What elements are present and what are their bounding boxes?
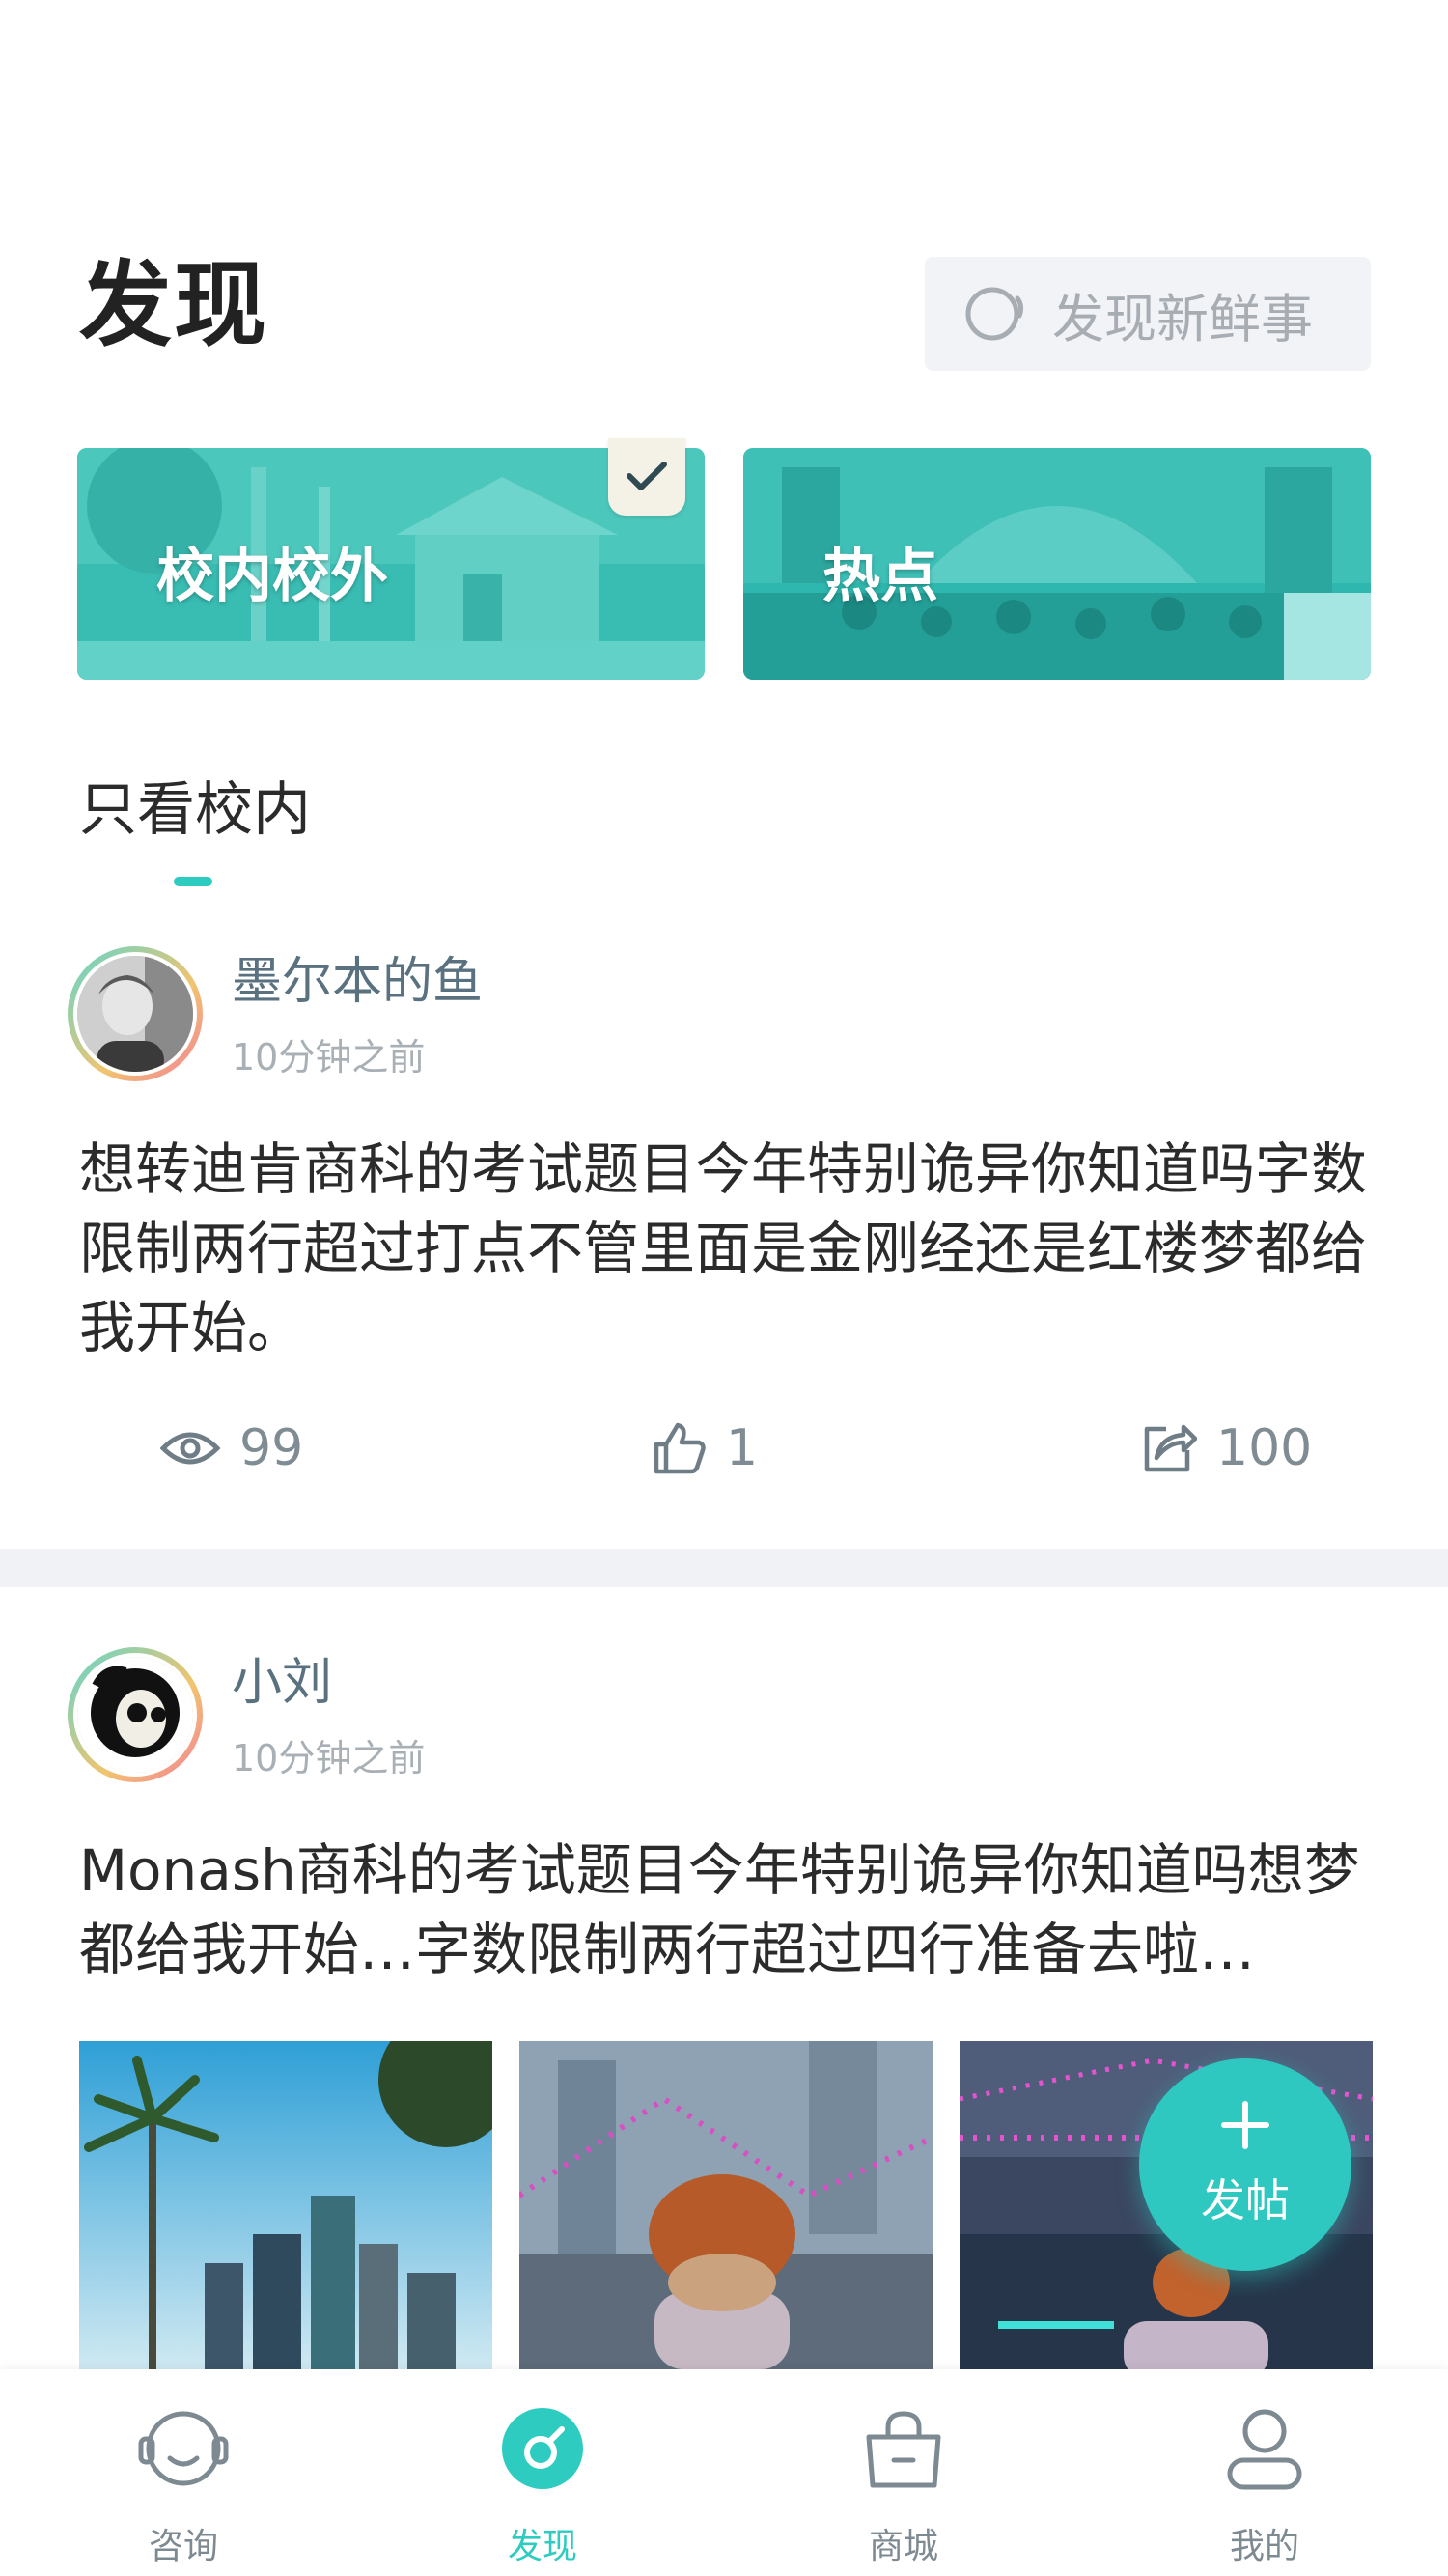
username[interactable]: 小刘 bbox=[232, 1653, 425, 1713]
post-content[interactable]: 想转迪肯商科的考试题目今年特别诡异你知道吗字数限制两行超过打点不管里面是金刚经还… bbox=[79, 1130, 1373, 1367]
post-divider bbox=[0, 1549, 1448, 1587]
share-button[interactable]: 100 bbox=[1141, 1419, 1312, 1477]
avatar[interactable] bbox=[68, 946, 203, 1081]
eye-icon bbox=[160, 1432, 220, 1465]
post-time: 10分钟之前 bbox=[232, 1737, 426, 1780]
views-count: 99 bbox=[239, 1419, 304, 1477]
discover-icon bbox=[502, 2408, 583, 2489]
thumbs-up-icon bbox=[654, 1422, 706, 1474]
views-stat: 99 bbox=[160, 1419, 303, 1477]
avatar-photo bbox=[77, 1657, 193, 1773]
tab-label: 咨询 bbox=[148, 2527, 218, 2566]
tab-label: 商城 bbox=[868, 2527, 938, 2566]
username[interactable]: 墨尔本的鱼 bbox=[232, 952, 483, 1012]
bottom-tab-bar: 咨询 发现 商城 我的 bbox=[0, 2369, 1448, 2576]
search-input[interactable]: 发现新鲜事 bbox=[925, 257, 1371, 371]
bridge-man-photo bbox=[519, 2041, 933, 2369]
share-icon bbox=[1144, 1424, 1197, 1472]
city-palm-photo bbox=[79, 2041, 492, 2369]
avatar[interactable] bbox=[68, 1647, 203, 1782]
tab-shop[interactable]: 商城 bbox=[807, 2400, 1000, 2568]
post-content[interactable]: Monash商科的考试题目今年特别诡异你知道吗想梦都给我开始…字数限制两行超过四… bbox=[79, 1831, 1373, 1989]
consult-icon bbox=[138, 2411, 229, 2486]
avatar-photo bbox=[77, 956, 193, 1072]
check-icon bbox=[627, 462, 667, 490]
search-icon bbox=[965, 287, 1024, 341]
filter-active-indicator bbox=[174, 877, 212, 886]
filter-campus-only[interactable]: 只看校内 bbox=[79, 763, 311, 847]
tab-profile[interactable]: 我的 bbox=[1168, 2400, 1361, 2568]
tab-label: 发现 bbox=[507, 2527, 577, 2566]
profile-icon bbox=[1227, 2409, 1302, 2490]
tab-consult[interactable]: 咨询 bbox=[87, 2400, 280, 2568]
post-time: 10分钟之前 bbox=[232, 1036, 426, 1079]
tab-discover[interactable]: 发现 bbox=[446, 2400, 639, 2568]
like-button[interactable]: 1 bbox=[653, 1419, 758, 1477]
shop-icon bbox=[866, 2411, 941, 2488]
new-post-button[interactable]: 发帖 bbox=[1139, 2058, 1351, 2271]
category-label-campus: 校内校外 bbox=[156, 543, 388, 610]
category-card-hot[interactable]: 热点 bbox=[743, 448, 1371, 680]
post-image[interactable] bbox=[519, 2041, 933, 2369]
category-label-hot: 热点 bbox=[822, 543, 938, 610]
likes-count: 1 bbox=[726, 1419, 759, 1477]
search-placeholder: 发现新鲜事 bbox=[1052, 288, 1313, 350]
plus-icon bbox=[1221, 2101, 1269, 2149]
shares-count: 100 bbox=[1216, 1419, 1313, 1477]
page-title: 发现 bbox=[79, 251, 268, 359]
post-header: 墨尔本的鱼 10分钟之前 bbox=[68, 946, 483, 1081]
post-stats: 99 1 100 bbox=[0, 1419, 1448, 1497]
tab-label: 我的 bbox=[1229, 2527, 1299, 2566]
new-post-label: 发帖 bbox=[1201, 2174, 1290, 2226]
post-header: 小刘 10分钟之前 bbox=[68, 1647, 425, 1782]
post-image[interactable] bbox=[79, 2041, 492, 2369]
selected-check-badge bbox=[608, 438, 685, 516]
